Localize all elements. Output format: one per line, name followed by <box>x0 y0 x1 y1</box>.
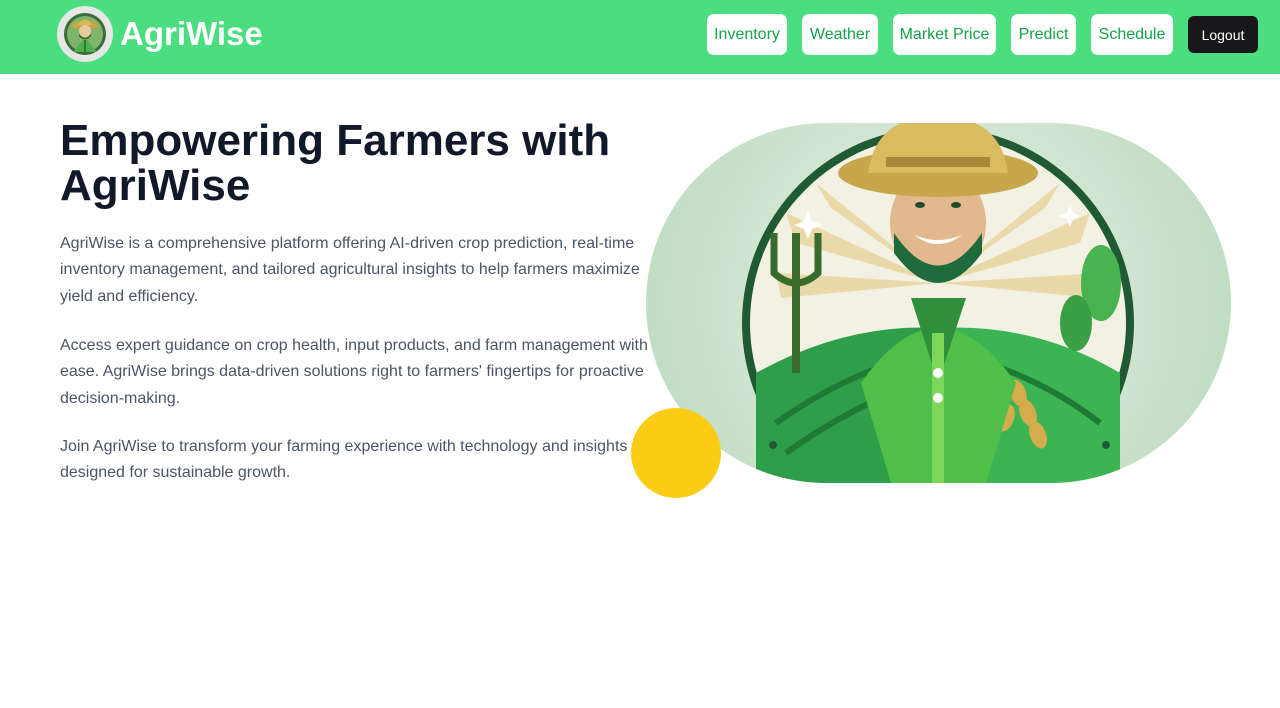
brand-name: AgriWise <box>120 15 263 52</box>
logout-button[interactable]: Logout <box>1188 16 1258 53</box>
nav-weather-button[interactable]: Weather <box>802 14 878 55</box>
hero-paragraph-2: Access expert guidance on crop health, i… <box>60 337 648 407</box>
nav-predict-button[interactable]: Predict <box>1011 14 1076 55</box>
decorative-yellow-circle <box>631 408 721 498</box>
farmer-logo-icon <box>57 6 113 62</box>
hero-paragraph-1: AgriWise is a comprehensive platform off… <box>60 235 640 305</box>
navbar: AgriWise Inventory Weather Market Price … <box>0 0 1280 74</box>
hero-title: Empowering Farmers with AgriWise <box>60 116 611 210</box>
nav-market-price-button[interactable]: Market Price <box>893 14 996 55</box>
nav-inventory-button[interactable]: Inventory <box>707 14 787 55</box>
hero-paragraph-3: Join AgriWise to transform your farming … <box>60 438 628 482</box>
nav-schedule-button[interactable]: Schedule <box>1091 14 1173 55</box>
farmer-illustration-icon <box>646 123 1231 483</box>
brand[interactable]: AgriWise <box>57 6 263 62</box>
